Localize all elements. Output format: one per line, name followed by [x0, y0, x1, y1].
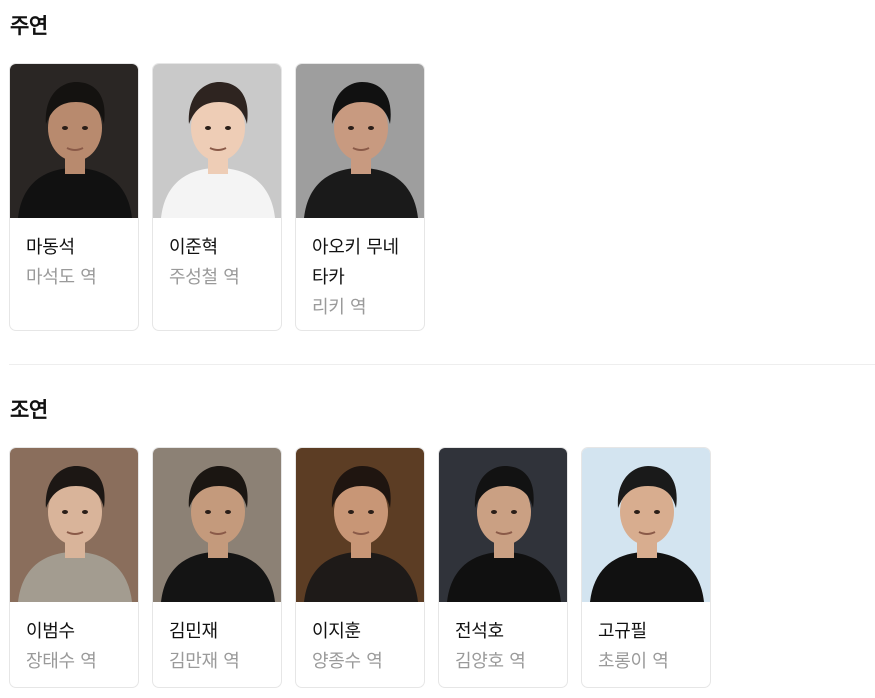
actor-name[interactable]: 전석호	[455, 617, 553, 647]
actor-photo[interactable]	[153, 448, 281, 602]
actor-name[interactable]: 이준혁	[169, 233, 267, 263]
character-role: 주성철 역	[169, 267, 240, 288]
actor-photo[interactable]	[439, 448, 567, 602]
cast-info: 마동석마석도 역	[10, 218, 138, 293]
character-role: 김양호 역	[455, 651, 526, 672]
actor-photo[interactable]	[10, 448, 138, 602]
cast-info: 이준혁주성철 역	[153, 218, 281, 293]
cast-card[interactable]: 고규필초롱이 역	[581, 447, 711, 688]
actor-photo[interactable]	[582, 448, 710, 602]
cast-info: 고규필초롱이 역	[582, 602, 710, 677]
actor-photo[interactable]	[153, 64, 281, 218]
lead-cast-list: 마동석 마석도 역 이준혁 주성철 역 아오키 무네타카 리키 역	[9, 63, 425, 331]
actor-photo[interactable]	[296, 64, 424, 218]
character-role: 장태수 역	[26, 651, 97, 672]
cast-info: 이지훈양종수 역	[296, 602, 424, 677]
supporting-cast-list: 이범수 장태수 역 김민재 김만재 역 이지훈 양종수 역 전석호 김양호 역 고규필 초롱이 역	[9, 447, 711, 688]
cast-info: 전석호김양호 역	[439, 602, 567, 677]
cast-card[interactable]: 전석호김양호 역	[438, 447, 568, 688]
cast-info: 아오키 무네타카리키 역	[296, 218, 424, 323]
character-role: 김만재 역	[169, 651, 240, 672]
cast-card[interactable]: 아오키 무네타카리키 역	[295, 63, 425, 331]
cast-card[interactable]: 김민재김만재 역	[152, 447, 282, 688]
character-role: 양종수 역	[312, 651, 383, 672]
section-title-lead: 주연	[10, 14, 48, 38]
cast-card[interactable]: 이범수장태수 역	[9, 447, 139, 688]
actor-name[interactable]: 아오키 무네타카	[312, 233, 406, 293]
actor-name[interactable]: 김민재	[169, 617, 267, 647]
cast-info: 김민재김만재 역	[153, 602, 281, 677]
cast-card[interactable]: 마동석마석도 역	[9, 63, 139, 331]
character-role: 초롱이 역	[598, 651, 669, 672]
cast-card[interactable]: 이지훈양종수 역	[295, 447, 425, 688]
actor-photo[interactable]	[10, 64, 138, 218]
section-divider	[9, 364, 875, 365]
cast-card[interactable]: 이준혁주성철 역	[152, 63, 282, 331]
cast-info: 이범수장태수 역	[10, 602, 138, 677]
section-title-supporting: 조연	[10, 398, 48, 422]
character-role: 마석도 역	[26, 267, 97, 288]
actor-name[interactable]: 이지훈	[312, 617, 410, 647]
actor-name[interactable]: 마동석	[26, 233, 124, 263]
actor-photo[interactable]	[296, 448, 424, 602]
actor-name[interactable]: 이범수	[26, 617, 124, 647]
character-role: 리키 역	[312, 297, 367, 318]
actor-name[interactable]: 고규필	[598, 617, 696, 647]
